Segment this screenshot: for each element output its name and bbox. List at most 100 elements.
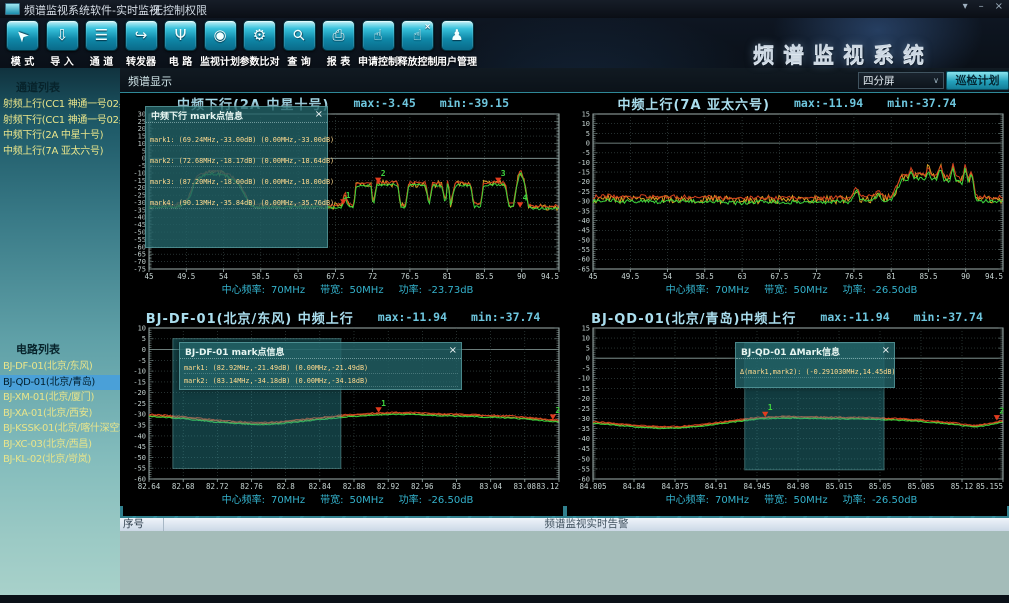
channel-list-item[interactable]: 射频上行(CC1 神通一号02星) [0,97,120,113]
svg-text:-50: -50 [133,454,146,462]
mark-info-line: mark3: (87.20MHz,-18.00dB) (0.00MHz,-18.… [150,178,324,188]
close-icon[interactable]: × [449,346,457,356]
request-control-label: 申请控制 [358,53,398,68]
chart-min-label: min:-39.15 [440,96,509,110]
channel-list-item[interactable]: 射频下行(CC1 神通一号02星) [0,113,120,129]
svg-text:10: 10 [582,120,590,128]
query-button[interactable]: ⚲查 询 [283,20,316,68]
chart-title: BJ-DF-01(北京/东风) 中频上行 [146,308,354,327]
svg-text:-55: -55 [577,465,590,473]
patrol-plan-button[interactable]: 巡检计划 [946,71,1009,90]
chart-header: 中频上行(7A 亚太六号)max:-11.94min:-37.74 [567,94,1007,111]
chart-header: BJ-QD-01(北京/青岛)中频上行max:-11.94min:-37.74 [567,308,1007,325]
user-management-button[interactable]: ♟用户管理 [441,20,474,68]
screen-layout-select[interactable]: 四分屏 ∨ [858,72,944,89]
svg-text:83.04: 83.04 [479,482,502,491]
mark-info-popup[interactable]: BJ-DF-01 mark点信息×mark1: (82.92MHz,-21.49… [179,342,462,390]
circuit-list-item[interactable]: BJ-KL-02(北京/岢岚) [0,452,120,468]
tab-spectrum-display[interactable]: 频谱显示 [128,73,172,89]
channel-list-item[interactable]: 中频下行(2A 中星十号) [0,128,120,144]
status-value: 70MHz [271,285,305,296]
release-control-button[interactable]: ☝×释放控制 [401,20,434,68]
status-value: 50MHz [349,495,383,506]
close-icon[interactable]: × [995,1,1003,12]
svg-text:-50: -50 [577,455,590,463]
svg-text:-35: -35 [577,425,590,433]
request-control-button[interactable]: ☝申请控制 [362,20,395,68]
circuit-list-item[interactable]: BJ-XA-01(北京/西安) [0,406,120,422]
mode-label: 模 式 [11,53,34,68]
mark-info-popup[interactable]: 中频下行 mark点信息 × mark1: (69.24MHz,-33.00dB) … [145,106,328,248]
channel-list-item[interactable]: 中频上行(7A 亚太六号) [0,144,120,160]
spectrum-plot[interactable]: 151050-5-10-15-20-25-30-35-40-45-50-55-6… [567,111,1007,281]
window-dropdown-icon[interactable]: ▾ [963,1,968,12]
status-key: 带宽: [320,495,343,506]
bottom-strip [0,595,1009,603]
circuit-list-item[interactable]: BJ-DF-01(北京/东风) [0,359,120,375]
release-control-hand-icon: ☝× [401,20,434,51]
svg-text:15: 15 [582,325,590,332]
monitor-plan-button[interactable]: ◉监视计划 [204,20,237,68]
mark-info-line: mark2: (83.14MHz,-34.18dB) (0.00MHz,-34.… [184,377,458,387]
circuit-list-item[interactable]: BJ-KSSK-01(北京/喀什深空站) [0,421,120,437]
circuit-list-item[interactable]: BJ-XC-03(北京/西昌) [0,437,120,453]
svg-text:67.5: 67.5 [770,272,788,281]
close-icon[interactable]: × [882,346,890,356]
report-printer-icon: ⎙ [322,20,355,51]
svg-text:-30: -30 [577,415,590,423]
mode-button[interactable]: ➤模 式 [6,20,39,68]
import-label: 导 入 [50,53,73,68]
svg-text:-5: -5 [138,357,146,365]
chart-header: BJ-DF-01(北京/东风) 中频上行max:-11.94min:-37.74 [123,308,563,325]
user-management-icon: ♟ [441,20,474,51]
svg-text:81: 81 [443,272,452,281]
mark-number: 3 [501,169,506,178]
popup-header: 中频下行 mark点信息 × [146,107,327,123]
svg-text:82.76: 82.76 [240,482,263,491]
channels-label: 通 道 [90,53,113,68]
status-key: 功率: [399,495,422,506]
main-toolbar: ➤模 式⇩导 入☰通 道↪转发器Ψ电 路◉监视计划⚙参数比对⚲查 询⎙报 表☝申… [0,18,1009,68]
svg-text:-55: -55 [133,465,146,473]
svg-text:83.12: 83.12 [536,482,559,491]
popup-lines: Δ(mark1,mark2): (-0.291030MHz,14.45dB) [736,359,894,378]
status-value: 70MHz [271,495,305,506]
svg-text:82.96: 82.96 [411,482,434,491]
status-value: -26.50dB [428,495,473,506]
param-compare-button[interactable]: ⚙参数比对 [243,20,276,68]
svg-text:-40: -40 [577,435,590,443]
svg-text:83: 83 [452,482,461,491]
popup-header: BJ-QD-01 ΔMark信息× [736,343,894,359]
svg-text:63: 63 [294,272,303,281]
alarm-list-body[interactable] [120,531,1009,595]
circuit-list-item[interactable]: BJ-XM-01(北京/厦门) [0,390,120,406]
svg-text:63: 63 [738,272,747,281]
svg-text:45: 45 [588,272,597,281]
svg-text:85.015: 85.015 [825,482,852,491]
mark-info-line: mark1: (69.24MHz,-33.00dB) (0.00MHz,-33.… [150,136,324,146]
svg-text:-30: -30 [577,198,590,206]
popup-title: 中频下行 mark点信息 [151,109,243,122]
status-key: 中心频率: [666,495,709,506]
release-x-icon: × [424,22,431,31]
circuit-list-item-selected[interactable]: BJ-QD-01(北京/青岛) [0,375,120,391]
minimize-icon[interactable]: – [979,1,984,12]
mark-info-line: Δ(mark1,mark2): (-0.291030MHz,14.45dB) [740,368,891,378]
transponder-button[interactable]: ↪转发器 [125,20,158,68]
svg-text:-5: -5 [582,149,590,157]
mark-info-popup[interactable]: BJ-QD-01 ΔMark信息× Δ(mark1,mark2): (-0.291… [735,342,895,388]
chart-status-line: 中心频率:70MHz带宽:50MHz功率:-26.50dB [567,491,1007,504]
circuit-button[interactable]: Ψ电 路 [164,20,197,68]
chart-max-label: max:-11.94 [820,310,889,324]
svg-text:81: 81 [887,272,896,281]
status-key: 功率: [843,285,866,296]
channels-button[interactable]: ☰通 道 [85,20,118,68]
svg-text:85.155: 85.155 [976,482,1003,491]
toolbar-buttons: ➤模 式⇩导 入☰通 道↪转发器Ψ电 路◉监视计划⚙参数比对⚲查 询⎙报 表☝申… [6,20,474,68]
mark-number: 4 [523,194,528,203]
report-button[interactable]: ⎙报 表 [322,20,355,68]
mark-number: 2 [999,407,1004,416]
import-button[interactable]: ⇩导 入 [46,20,79,68]
close-icon[interactable]: × [315,110,323,120]
svg-text:85.5: 85.5 [919,272,937,281]
